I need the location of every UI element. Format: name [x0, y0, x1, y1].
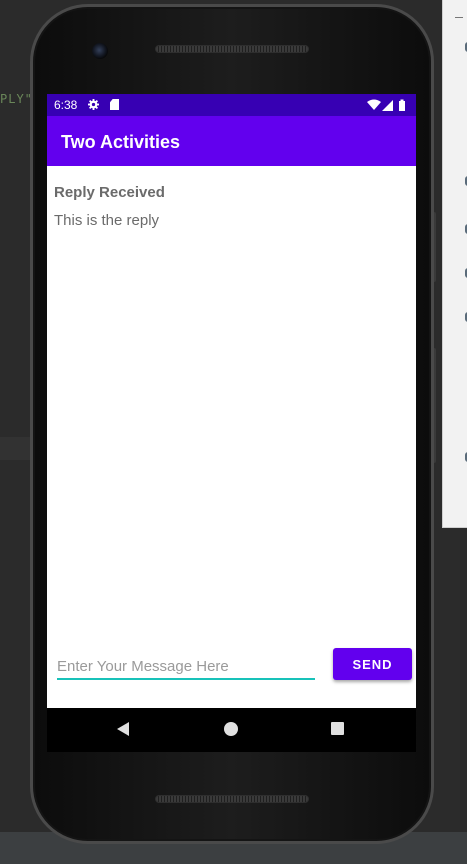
reply-text: This is the reply	[54, 212, 160, 229]
ide-side-panel	[442, 0, 467, 528]
app-bar: Two Activities	[47, 116, 416, 166]
nav-bar	[47, 708, 416, 752]
send-button[interactable]: SEND	[333, 648, 412, 680]
code-fragment: PLY"	[0, 92, 33, 106]
recents-icon[interactable]	[331, 722, 344, 735]
signal-icon	[382, 100, 393, 111]
message-input[interactable]	[57, 654, 315, 680]
app-title: Two Activities	[61, 132, 181, 152]
earpiece-speaker	[155, 45, 309, 53]
home-icon[interactable]	[224, 722, 238, 736]
reply-header: Reply Received	[54, 184, 165, 201]
bottom-speaker	[155, 795, 309, 803]
wifi-icon	[367, 99, 381, 110]
signal-icons	[367, 99, 405, 111]
battery-icon	[399, 99, 405, 111]
sd-card-icon	[110, 99, 119, 110]
status-bar: 6:38	[47, 94, 416, 116]
device-screen: 6:38 Two Activities Reply Received This …	[47, 94, 416, 708]
back-icon[interactable]	[117, 722, 129, 736]
panel-minimize-icon[interactable]	[455, 17, 463, 18]
front-camera-icon	[92, 43, 108, 59]
gear-icon	[88, 99, 99, 110]
status-time: 6:38	[54, 98, 78, 112]
